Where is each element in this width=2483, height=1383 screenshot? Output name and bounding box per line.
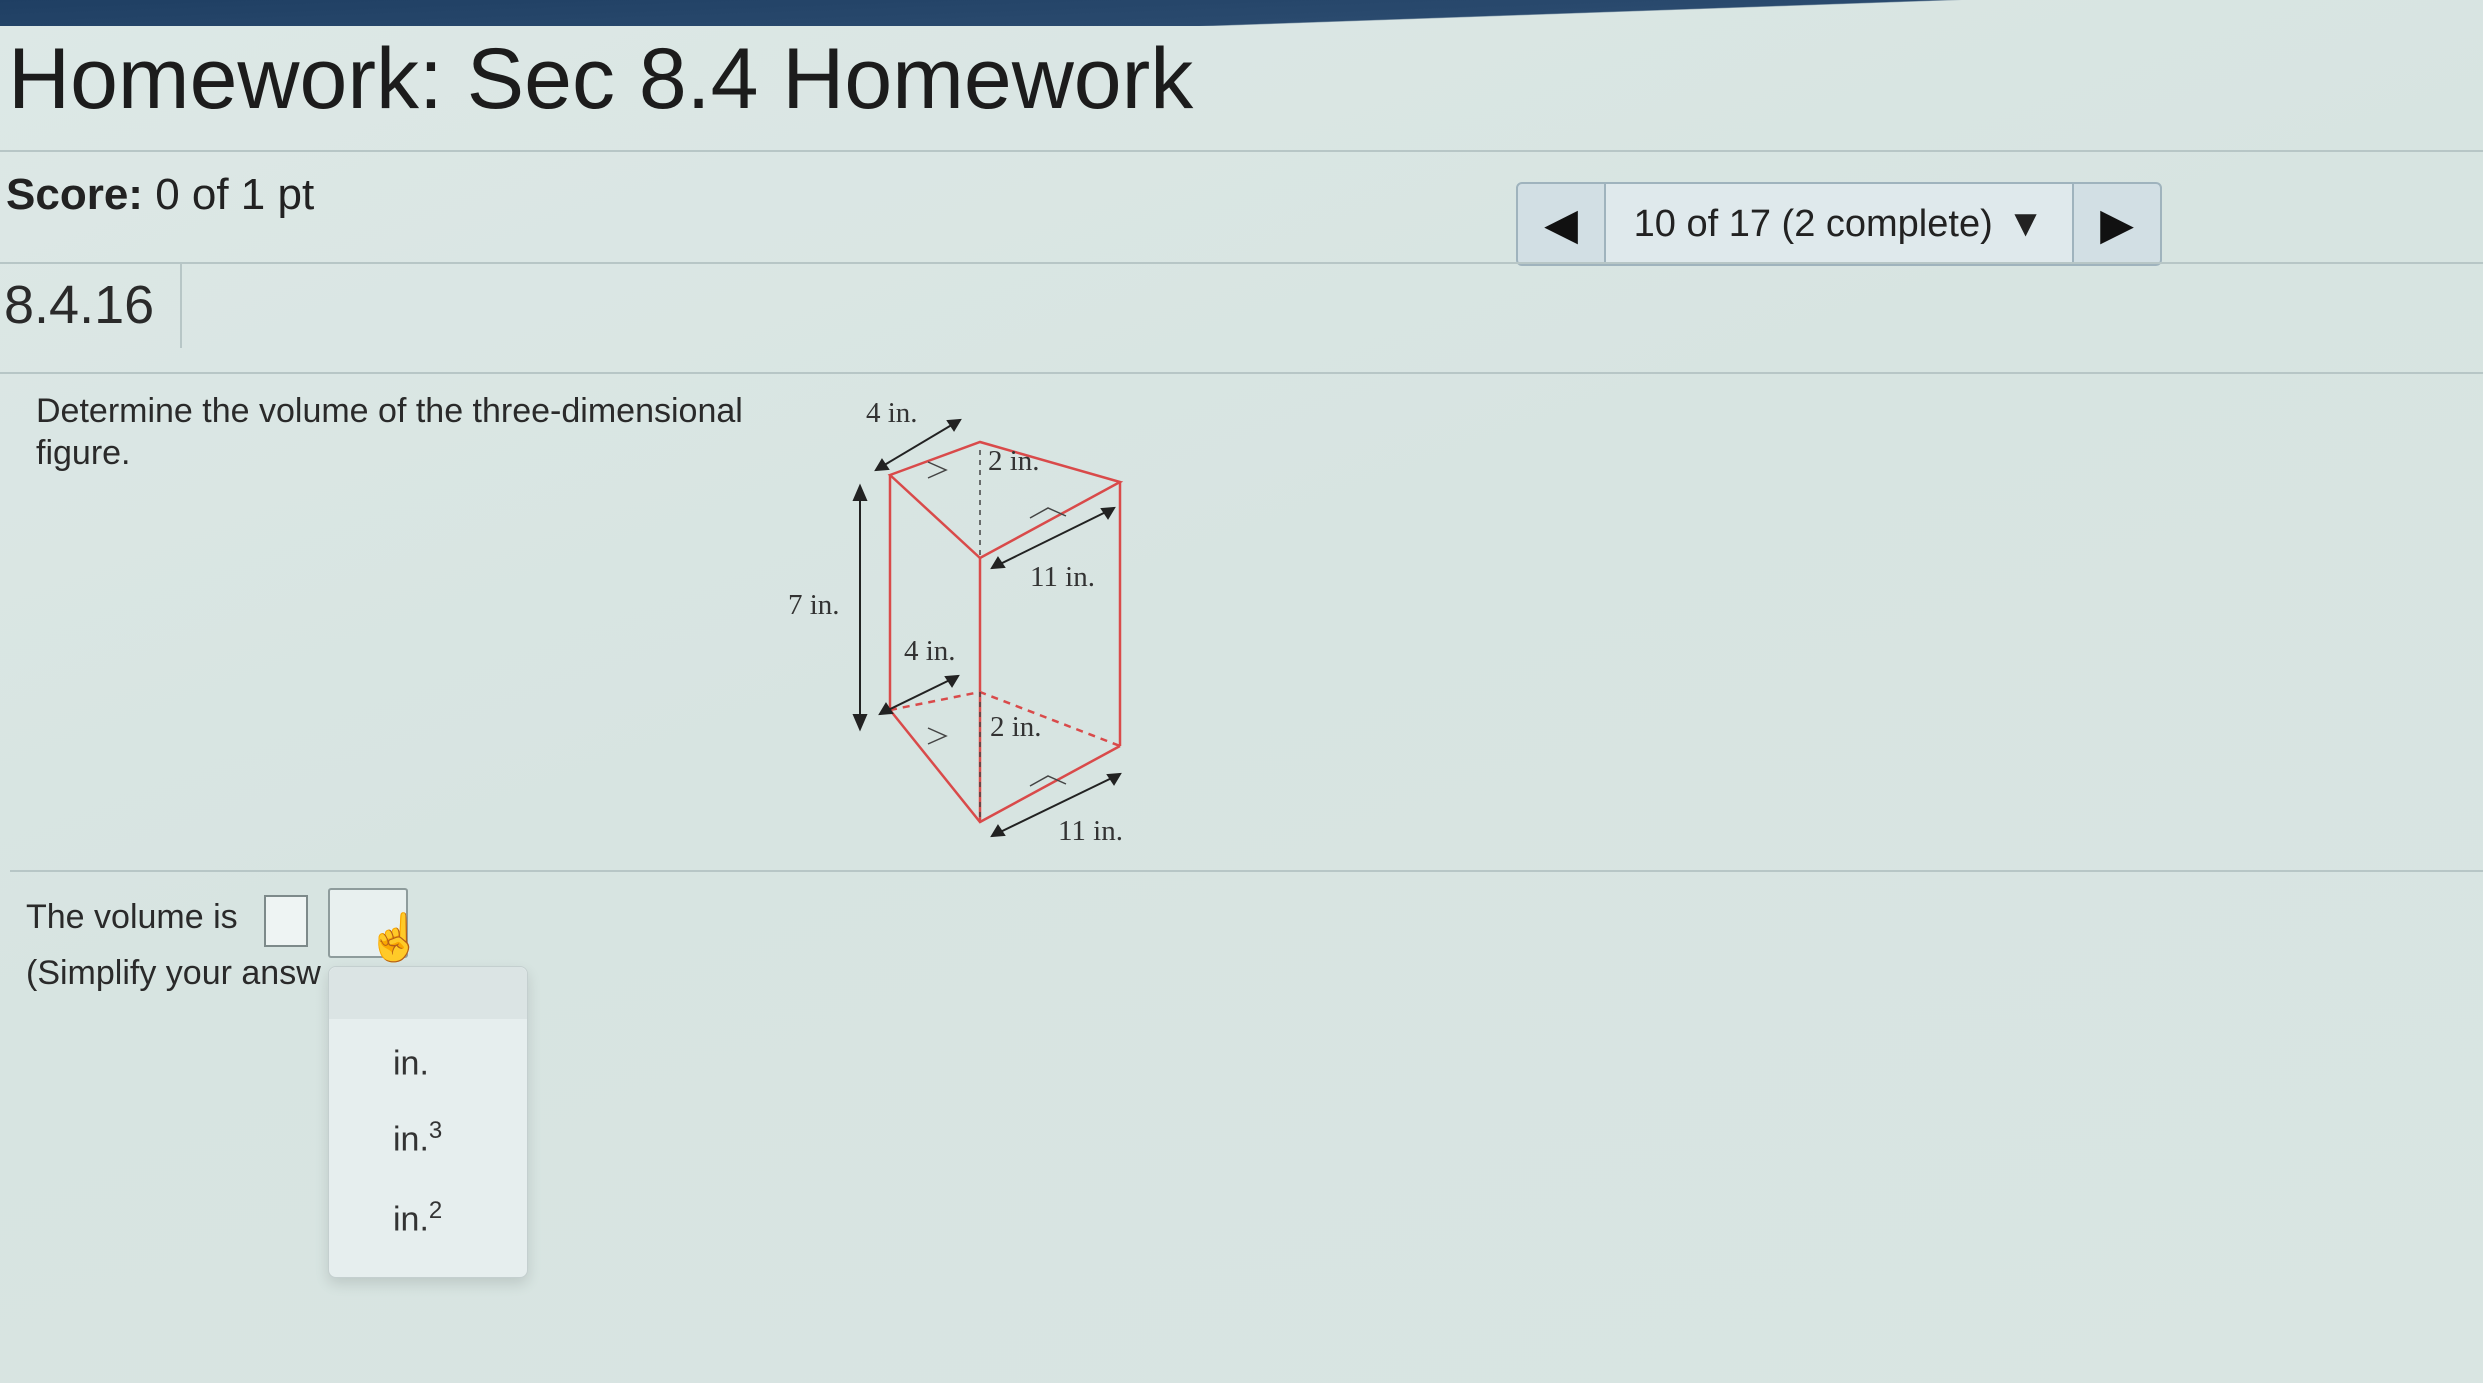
- dimension-arrow: [879, 675, 959, 715]
- score-label: Score:: [6, 170, 143, 219]
- volume-answer-input[interactable]: [264, 895, 308, 947]
- label-bottom-length: 11 in.: [1058, 815, 1123, 847]
- divider: [0, 262, 2483, 264]
- top-banner: [0, 0, 2483, 26]
- label-top-length: 11 in.: [1030, 561, 1095, 593]
- question-navigator: ◀ 10 of 17 (2 complete) ▼ ▶: [1516, 182, 2162, 266]
- label-top-height: 2 in.: [988, 445, 1040, 477]
- divider: [0, 372, 2483, 374]
- next-question-button[interactable]: ▶: [2074, 184, 2160, 264]
- divider: [0, 150, 2483, 152]
- question-selector[interactable]: 10 of 17 (2 complete) ▼: [1604, 184, 2074, 264]
- divider: [10, 870, 2483, 872]
- unit-option-in-cubed[interactable]: in.3: [393, 1117, 442, 1159]
- label-top-width: 4 in.: [866, 397, 918, 429]
- score-value: 0 of 1 pt: [155, 170, 315, 219]
- label-bottom-width: 4 in.: [904, 635, 956, 667]
- triangle-down-icon: ▼: [2006, 202, 2045, 245]
- question-prompt: Determine the volume of the three-dimens…: [36, 392, 743, 472]
- dropdown-blank-option[interactable]: [329, 967, 527, 1019]
- rectangular-prism-figure: 4 in. 2 in. 11 in. 7 in. 4 in. 2 in. 11 …: [788, 397, 1124, 847]
- right-angle-mark: [927, 461, 948, 479]
- label-bottom-height: 2 in.: [990, 711, 1042, 743]
- unit-option-in-squared[interactable]: in.2: [393, 1197, 442, 1239]
- hand-cursor-icon: ☝: [366, 911, 424, 963]
- right-angle-mark: [1029, 507, 1067, 519]
- question-progress: 10 of 17 (2 complete): [1633, 202, 1993, 245]
- previous-question-button[interactable]: ◀: [1518, 184, 1604, 264]
- question-number: 8.4.16: [2, 262, 182, 348]
- answer-instruction: (Simplify your answ: [26, 954, 321, 992]
- triangle-left-icon: ◀: [1544, 199, 1578, 249]
- unit-dropdown-menu: in. in.3 in.2: [328, 966, 528, 1278]
- page-title: Homework: Sec 8.4 Homework: [8, 31, 1194, 127]
- triangle-right-icon: ▶: [2100, 199, 2134, 249]
- score-display: Score: 0 of 1 pt: [6, 170, 314, 220]
- unit-option-in[interactable]: in.: [393, 1041, 429, 1083]
- answer-prefix: The volume is: [26, 898, 238, 936]
- label-prism-height: 7 in.: [788, 589, 840, 621]
- right-angle-mark: [927, 727, 948, 745]
